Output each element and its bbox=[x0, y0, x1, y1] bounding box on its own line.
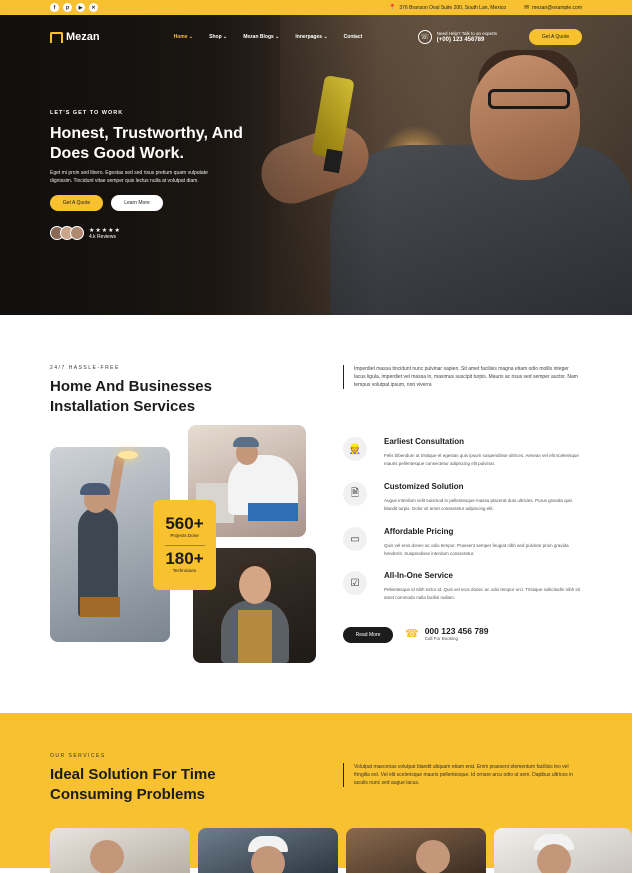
avatar bbox=[70, 226, 84, 240]
hero-content: LET'S GET TO WORK Honest, Trustworthy, A… bbox=[50, 110, 250, 240]
call-label: Call For Booking bbox=[424, 636, 458, 641]
service-card-image[interactable] bbox=[346, 828, 486, 873]
installation-services-section: 24/7 HASSLE-FREE Home And Businesses Ins… bbox=[0, 315, 632, 713]
house-logo-icon bbox=[50, 31, 63, 43]
social-links: f p ▶ ✕ bbox=[50, 3, 98, 12]
section-eyebrow: 24/7 HASSLE-FREE bbox=[50, 365, 120, 371]
checklist-icon: ☑ bbox=[343, 571, 367, 595]
stats-card: 560+ Projects Done 180+ Technicians bbox=[153, 500, 216, 590]
address-text: 376 Branson Oval Suite 200, South Lan, M… bbox=[399, 4, 507, 11]
service-card-image[interactable] bbox=[494, 828, 632, 873]
call-booking[interactable]: ☎ 000 123 456 789 Call For Booking bbox=[405, 626, 489, 641]
hero-description: Eget mi proin sed libero. Egestas sed se… bbox=[50, 170, 208, 184]
phone-icon: ☏ bbox=[417, 30, 432, 44]
help-contact: ☏ Need Help? Talk to an experts (+00) 12… bbox=[417, 30, 497, 44]
nav-menu: Home ⌄ Shop ⌄ Mezan Blogs ⌄ Innerpages ⌄… bbox=[174, 34, 363, 40]
reviews-count: 4.k Reviews bbox=[89, 233, 116, 240]
service-title: All-In-One Service bbox=[384, 571, 453, 580]
stats-divider bbox=[164, 544, 205, 546]
service-description: Pellentesque id nibh tortor id. Quis vel… bbox=[384, 587, 580, 600]
money-icon: ▭ bbox=[343, 527, 367, 551]
section-description: Imperdiet massa tincidunt nunc pulvinar … bbox=[343, 365, 580, 389]
call-number[interactable]: 000 123 456 789 bbox=[425, 626, 489, 636]
phone-icon: ☎ bbox=[405, 628, 419, 640]
logo[interactable]: Mezan bbox=[50, 31, 100, 43]
main-nav: Mezan Home ⌄ Shop ⌄ Mezan Blogs ⌄ Innerp… bbox=[50, 25, 582, 49]
technicians-label: Technicians bbox=[172, 567, 197, 573]
location-pin-icon: 📍 bbox=[388, 5, 397, 11]
hero-title: Honest, Trustworthy, And Does Good Work. bbox=[50, 125, 243, 162]
section-title: Home And Businesses Installation Service… bbox=[50, 378, 212, 415]
logo-text: Mezan bbox=[66, 31, 100, 43]
youtube-icon[interactable]: ▶ bbox=[76, 3, 85, 12]
nav-item-innerpages[interactable]: Innerpages ⌄ bbox=[295, 34, 327, 40]
email-text[interactable]: mezan@example.com bbox=[532, 5, 582, 11]
avatar-group bbox=[50, 226, 84, 240]
x-twitter-icon[interactable]: ✕ bbox=[89, 3, 98, 12]
address: 📍 376 Branson Oval Suite 200, South Lan,… bbox=[388, 4, 507, 12]
our-services-section: OUR SERVICES Ideal Solution For Time Con… bbox=[0, 713, 632, 873]
ceiling-light-worker-image bbox=[50, 447, 170, 642]
help-phone[interactable]: (+00) 123 456789 bbox=[437, 37, 497, 44]
reviews: ★★★★★ 4.k Reviews bbox=[50, 226, 250, 240]
service-title: Earliest Consultation bbox=[384, 437, 465, 446]
email[interactable]: ✉ mezan@example.com bbox=[524, 4, 582, 12]
hero-get-quote-button[interactable]: Get A Quote bbox=[50, 195, 103, 211]
nav-item-blogs[interactable]: Mezan Blogs ⌄ bbox=[243, 34, 279, 40]
service-title: Affordable Pricing bbox=[384, 527, 454, 536]
mail-icon: ✉ bbox=[524, 5, 530, 11]
hero-section: Mezan Home ⌄ Shop ⌄ Mezan Blogs ⌄ Innerp… bbox=[0, 15, 632, 315]
help-label: Need Help? Talk to an experts bbox=[436, 31, 497, 36]
service-card-image[interactable] bbox=[198, 828, 338, 873]
pinterest-icon[interactable]: p bbox=[63, 3, 72, 12]
section-title: Ideal Solution For Time Consuming Proble… bbox=[50, 766, 216, 803]
nav-item-contact[interactable]: Contact bbox=[344, 34, 363, 40]
rating-stars: ★★★★★ bbox=[89, 227, 121, 234]
read-more-button[interactable]: Read More bbox=[343, 627, 393, 643]
service-description: Felis bibendum ut tristique et egestas q… bbox=[384, 453, 579, 466]
projects-done-label: Projects Done bbox=[170, 532, 199, 538]
service-title: Customized Solution bbox=[384, 482, 464, 491]
learn-more-button[interactable]: Learn More bbox=[111, 195, 163, 211]
section-description: Volutpat maecenas volutpat blandit aliqu… bbox=[343, 763, 583, 787]
projects-done-value: 560+ bbox=[165, 513, 204, 533]
document-icon: 🗎 bbox=[343, 482, 367, 506]
hero-eyebrow: LET'S GET TO WORK bbox=[50, 110, 124, 116]
get-quote-button[interactable]: Get A Quote bbox=[529, 29, 582, 45]
facebook-icon[interactable]: f bbox=[50, 3, 59, 12]
service-description: Quis vel eros donec ac odio tempor. Prae… bbox=[384, 543, 569, 556]
nav-item-shop[interactable]: Shop ⌄ bbox=[209, 34, 227, 40]
nav-item-home[interactable]: Home ⌄ bbox=[174, 34, 194, 40]
worker-icon: 👷 bbox=[343, 437, 367, 461]
service-card-image[interactable] bbox=[50, 828, 190, 873]
section-eyebrow: OUR SERVICES bbox=[50, 753, 106, 759]
top-bar: f p ▶ ✕ 📍 376 Branson Oval Suite 200, So… bbox=[0, 0, 632, 15]
technicians-value: 180+ bbox=[165, 548, 204, 568]
service-description: Augue interdum velit euismod in pellente… bbox=[384, 498, 573, 511]
